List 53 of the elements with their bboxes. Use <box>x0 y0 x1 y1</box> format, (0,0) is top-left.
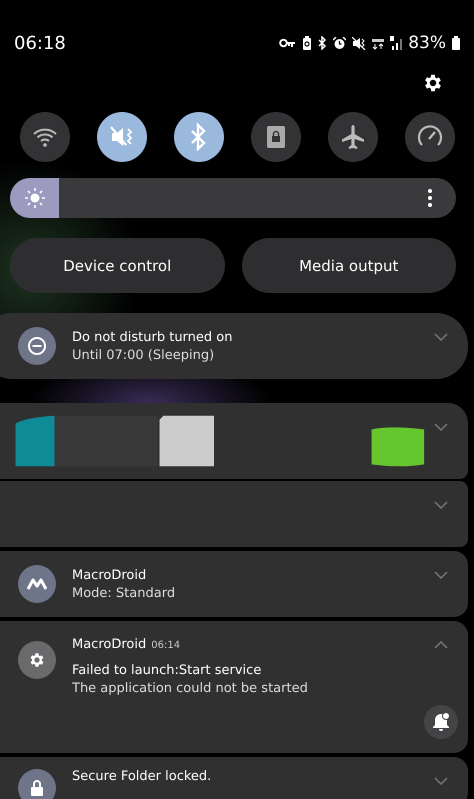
bluetooth-icon <box>190 123 208 151</box>
key-icon <box>279 38 296 48</box>
expand-icon[interactable] <box>434 333 448 341</box>
mute-icon <box>352 36 366 50</box>
mute-icon <box>109 125 135 149</box>
lock-icon <box>18 769 56 799</box>
panel-button[interactable]: Media output <box>242 238 456 293</box>
notification-card[interactable]: MacroDroid 06:14 Failed to launch:Start service The application could not be started <box>0 621 468 753</box>
expand-icon[interactable] <box>434 571 448 579</box>
brightness-icon <box>25 188 45 208</box>
notification-title: Do not disturb turned on <box>72 330 232 344</box>
mute-toggle[interactable] <box>97 112 147 162</box>
do-not-disturb-icon <box>18 327 56 365</box>
battery-percent: 83% <box>408 33 446 53</box>
panel-button[interactable]: Device control <box>10 238 224 293</box>
expand-icon[interactable] <box>434 777 448 785</box>
wifi-icon <box>32 126 58 148</box>
snooze-button[interactable] <box>424 705 458 739</box>
bluetooth-icon <box>318 36 328 50</box>
more-icon[interactable] <box>428 189 432 207</box>
airplane-toggle[interactable] <box>328 112 378 162</box>
bluetooth-toggle[interactable] <box>174 112 224 162</box>
brightness-slider[interactable] <box>10 178 456 218</box>
notification-time: 06:14 <box>151 640 180 651</box>
settings-icon <box>18 641 56 679</box>
collapse-icon[interactable] <box>434 641 448 649</box>
expand-icon[interactable] <box>434 501 448 509</box>
notification-title: Secure Folder locked. <box>72 769 212 784</box>
lock-icon <box>267 126 285 148</box>
expand-icon[interactable] <box>434 423 448 431</box>
notification-card[interactable]: Secure Folder locked. <box>0 757 468 799</box>
battery-icon <box>452 36 460 50</box>
notification-card[interactable]: Do not disturb turned on Until 07:00 (Sleeping) <box>0 313 468 379</box>
notification-title: MacroDroid <box>72 568 146 582</box>
airplane-icon <box>340 124 366 150</box>
notification-card[interactable]: MacroDroid Mode: Standard <box>0 551 468 617</box>
network-icon <box>372 36 384 50</box>
alarm-icon <box>333 36 346 50</box>
signal-icon <box>390 36 402 50</box>
app-icon <box>18 565 56 603</box>
notification-text: Failed to launch:Start service <box>72 663 262 678</box>
notification-card[interactable] <box>0 403 468 479</box>
power-mode-toggle[interactable] <box>405 112 455 162</box>
notification-text: The application could not be started <box>72 681 308 696</box>
secure-folder-toggle[interactable] <box>251 112 301 162</box>
notification-title: MacroDroid <box>72 637 146 652</box>
settings-icon[interactable] <box>422 72 444 94</box>
notification-text: Until 07:00 (Sleeping) <box>72 348 216 362</box>
wifi-toggle[interactable] <box>20 112 70 162</box>
status-time: 06:18 <box>14 32 66 54</box>
notification-text: Mode: Standard <box>72 586 176 600</box>
bell-icon <box>432 712 450 732</box>
battery-saver-icon <box>302 36 312 50</box>
